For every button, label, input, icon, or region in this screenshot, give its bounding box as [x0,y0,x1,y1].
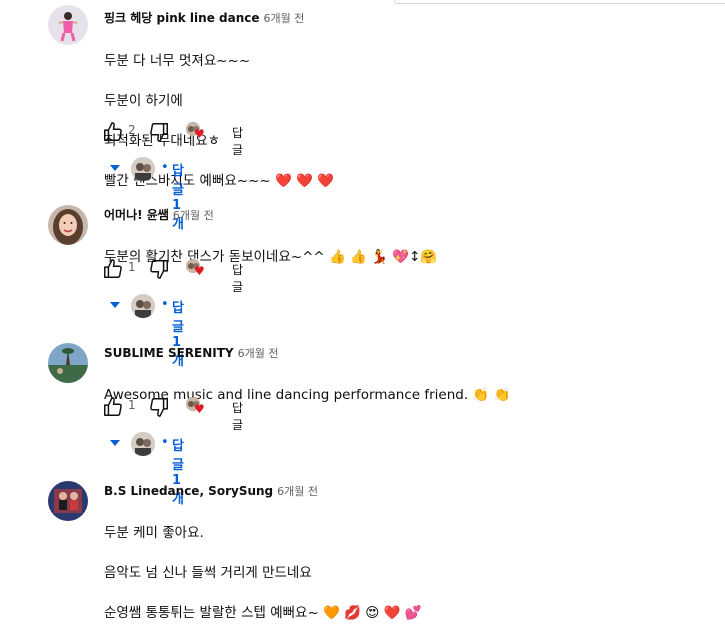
reply-dot: • [161,160,169,175]
thumbs-down-icon[interactable] [148,396,170,418]
thumbs-up-icon[interactable] [102,396,124,418]
comment-text: 두분 다 너무 멋져요~~~ 두분이 하기에 최적화된 무대네요ㅎ 빨간 댄스바… [104,31,334,211]
comment-header: 핑크 헤당 pink line dance 6개월 전 [104,8,304,28]
avatar[interactable] [48,205,88,245]
caret-down-icon [110,302,120,308]
thumbs-up-icon[interactable] [102,121,124,143]
heart-icon: ♥ [194,127,205,141]
reply-button[interactable]: 답글 [232,399,243,433]
caret-down-icon [110,440,120,446]
comment-text-line: 두분이 하기에 [104,93,183,109]
comment-author[interactable]: 어머나! 윤쌤 [104,208,169,222]
comment-author[interactable]: B.S Linedance, SorySung [104,484,273,498]
comment-time[interactable]: 6개월 전 [277,485,318,498]
comment-time[interactable]: 6개월 전 [264,12,305,25]
comment-text-line: 순영쌤 통통튀는 발랄한 스텝 예뻐요~ 🧡 💋 😍 ❤️ 💕 [104,605,422,621]
thumbs-down-icon[interactable] [148,121,170,143]
comment-author[interactable]: SUBLIME SERENITY [104,346,234,360]
avatar[interactable] [48,481,88,521]
like-count: 1 [128,260,136,274]
comment-header: 어머나! 윤쌤 6개월 전 [104,205,214,225]
comment-author[interactable]: 핑크 헤당 pink line dance [104,11,260,25]
like-count: 1 [128,398,136,412]
thumbs-down-icon[interactable] [148,258,170,280]
comment-header: B.S Linedance, SorySung 6개월 전 [104,481,318,501]
panel-edge-line [394,0,725,4]
comment-text: 두분 케미 좋아요. 음악도 넘 신나 들썩 거리게 만드네요 순영쌤 통통튀는… [104,503,422,643]
avatar[interactable] [48,5,88,45]
comment-time[interactable]: 6개월 전 [173,209,214,222]
comment-text-line: 최적화된 무대네요ㅎ [104,133,221,149]
like-count: 2 [128,123,136,137]
comment-time[interactable]: 6개월 전 [238,347,279,360]
creator-heart-icon: ♥ [186,397,210,419]
heart-icon: ♥ [194,264,205,278]
thumbs-up-icon[interactable] [102,258,124,280]
caret-down-icon [110,165,120,171]
reply-avatar [131,432,155,456]
reply-avatar [131,294,155,318]
creator-heart-icon: ♥ [186,122,210,144]
comment-text-line: 음악도 넘 신나 들썩 거리게 만드네요 [104,565,312,581]
reply-dot: • [161,435,169,450]
comment-header: SUBLIME SERENITY 6개월 전 [104,343,278,363]
reply-avatar [131,157,155,181]
comment-text-line: 두분 다 너무 멋져요~~~ [104,53,251,69]
heart-icon: ♥ [194,402,205,416]
avatar[interactable] [48,343,88,383]
reply-button[interactable]: 답글 [232,124,243,158]
reply-dot: • [161,297,169,312]
comment-text-line: 두분 케미 좋아요. [104,525,204,541]
creator-heart-icon: ♥ [186,259,210,281]
reply-button[interactable]: 답글 [232,261,243,295]
